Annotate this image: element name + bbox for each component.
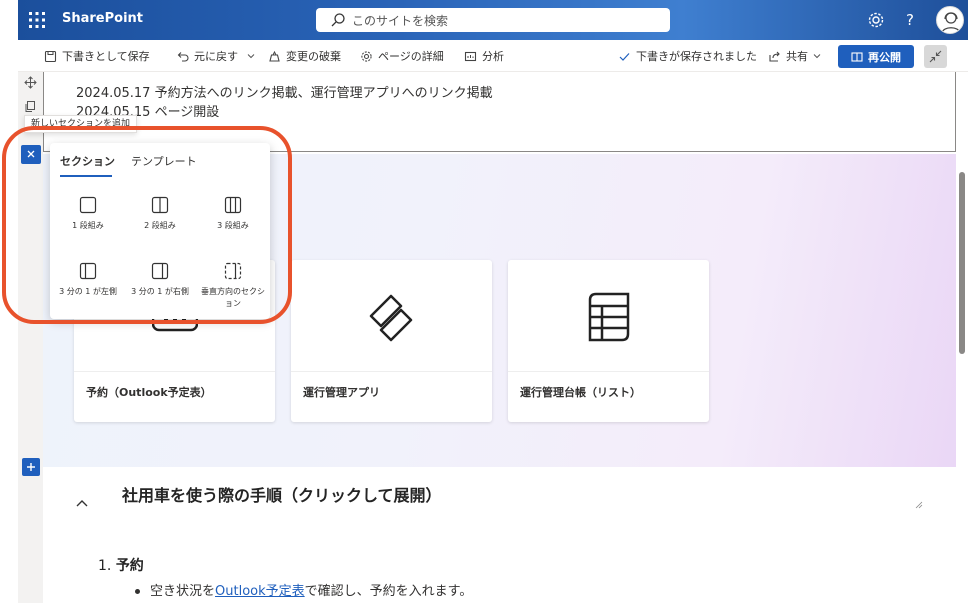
draft-saved-status: 下書きが保存されました — [618, 48, 757, 64]
resize-handle-icon[interactable] — [915, 501, 923, 509]
save-draft-button[interactable]: 下書きとして保存 — [44, 48, 150, 64]
discard-label: 変更の破棄 — [286, 50, 341, 63]
plus-icon — [27, 463, 35, 471]
help-icon[interactable]: ? — [900, 10, 920, 30]
save-icon — [44, 50, 57, 62]
analytics-label: 分析 — [482, 50, 504, 63]
republish-label: 再公開 — [868, 50, 901, 64]
search-placeholder: このサイトを検索 — [352, 14, 449, 28]
book-open-icon — [851, 51, 863, 62]
step-number: 1. — [98, 558, 112, 574]
move-icon[interactable] — [24, 76, 37, 89]
collapsible-heading[interactable]: 社用車を使う際の手順（クリックして展開） — [122, 482, 442, 506]
share-button[interactable]: 共有 — [768, 48, 821, 64]
duplicate-icon[interactable] — [24, 100, 37, 113]
collapse-arrows-icon — [929, 50, 942, 63]
update-line-1: 2024.05.17 予約方法へのリンク掲載、運行管理アプリへのリンク掲載 — [76, 86, 493, 101]
vertical-scrollbar[interactable] — [956, 72, 968, 603]
add-section-button[interactable] — [22, 458, 40, 476]
undo-icon — [177, 51, 189, 62]
gear-icon — [361, 50, 372, 62]
app-launcher-icon[interactable] — [28, 11, 46, 29]
collapse-toolbox-button[interactable] — [924, 45, 947, 68]
app-brand[interactable]: SharePoint — [62, 11, 143, 26]
search-icon — [331, 13, 345, 27]
outlook-calendar-link[interactable]: Outlook予定表 — [215, 584, 305, 599]
scrollbar-thumb[interactable] — [959, 172, 965, 354]
page-details-label: ページの詳細 — [378, 50, 444, 63]
quick-link-card-fleet-list[interactable]: 運行管理台帳（リスト） — [508, 260, 709, 422]
discard-icon — [269, 50, 280, 62]
discard-changes-button[interactable]: 変更の破棄 — [268, 48, 341, 64]
undo-button[interactable]: 元に戻す — [176, 48, 238, 64]
card-title: 運行管理アプリ — [303, 386, 380, 399]
bullet-text-before: 空き状況を — [150, 584, 216, 599]
quick-link-card-fleet-app[interactable]: 運行管理アプリ — [291, 260, 492, 422]
highlight-annotation — [2, 126, 292, 324]
card-image — [508, 260, 709, 372]
command-bar: 下書きとして保存 元に戻す 変更の破棄 ページの詳細 分析 下書きが保存されまし… — [18, 40, 968, 72]
draft-saved-label: 下書きが保存されました — [636, 50, 757, 63]
card-title: 運行管理台帳（リスト） — [520, 386, 641, 399]
page-details-button[interactable]: ページの詳細 — [360, 48, 444, 64]
bullet-text-after: で確認し、予約を入れます。 — [304, 584, 473, 599]
search-input[interactable]: このサイトを検索 — [316, 8, 670, 32]
suite-bar: SharePoint このサイトを検索 ? — [18, 0, 968, 40]
svg-text:?: ? — [906, 11, 914, 29]
list-item: 空き状況をOutlook予定表で確認し、予約を入れます。 — [135, 580, 472, 599]
step-heading: 1. 予約 — [98, 555, 144, 575]
share-label: 共有 — [786, 50, 808, 63]
card-title: 予約（Outlook予定表） — [86, 386, 212, 399]
chevron-up-icon[interactable] — [75, 497, 89, 511]
save-draft-label: 下書きとして保存 — [62, 50, 150, 63]
collapsible-section: 社用車を使う際の手順（クリックして展開） 1. 予約 空き状況をOutlook予… — [43, 467, 956, 603]
checkmark-icon — [619, 52, 630, 61]
power-apps-icon — [369, 294, 413, 342]
settings-gear-icon[interactable] — [866, 10, 886, 30]
analytics-button[interactable]: 分析 — [464, 48, 504, 64]
analytics-icon — [464, 51, 477, 61]
bullet-dot — [135, 589, 140, 594]
card-image — [291, 260, 492, 372]
step-title: 予約 — [115, 558, 144, 574]
list-table-icon — [588, 292, 630, 342]
undo-label: 元に戻す — [194, 50, 238, 63]
user-avatar[interactable] — [936, 6, 964, 34]
share-icon — [769, 51, 780, 62]
undo-dropdown-chevron-icon[interactable] — [247, 52, 255, 60]
republish-button[interactable]: 再公開 — [838, 45, 914, 68]
share-chevron-down-icon — [813, 54, 821, 59]
